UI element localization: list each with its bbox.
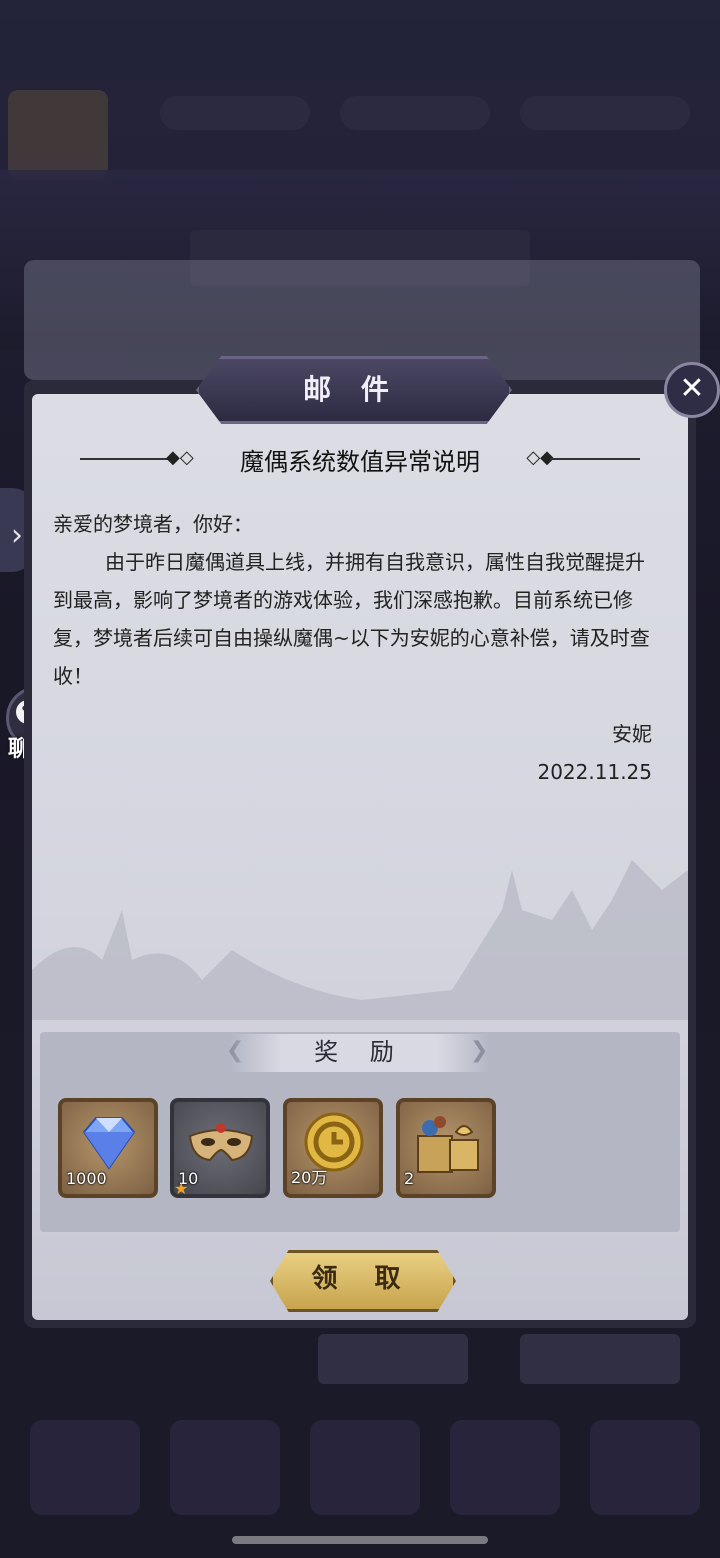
close-button[interactable]: ✕ <box>664 362 720 418</box>
star-icon: ★ <box>174 1179 189 1198</box>
nav-tab <box>30 1420 140 1515</box>
resource-pill <box>520 96 690 130</box>
claim-button[interactable]: 领 取 <box>270 1250 456 1312</box>
reward-item-gift[interactable]: 2 <box>396 1098 496 1198</box>
divider <box>550 458 640 460</box>
reward-item-diamond[interactable]: 1000 <box>58 1098 158 1198</box>
mail-signature: 安妮 <box>612 722 652 746</box>
mail-body: 亲爱的梦境者，你好： 由于昨日魔偶道具上线，并拥有自我意识，属性自我觉醒提升到最… <box>53 505 663 695</box>
player-avatar <box>8 90 108 180</box>
reward-item-mask[interactable]: 10 ★ <box>170 1098 270 1198</box>
reward-item-gold[interactable]: 20万 <box>283 1098 383 1198</box>
chevron-right-icon: › <box>11 518 23 553</box>
nav-tab <box>170 1420 280 1515</box>
mask-icon <box>188 1123 254 1162</box>
close-icon: ✕ <box>679 371 705 406</box>
reward-count: 2 <box>404 1169 415 1188</box>
nav-tab <box>450 1420 560 1515</box>
resource-pill <box>340 96 490 130</box>
mail-greeting: 亲爱的梦境者，你好： <box>53 512 253 536</box>
mail-heading-row: ◆◇ 魔偶系统数值异常说明 ◇◆ <box>80 440 640 480</box>
diamond-icon <box>82 1117 136 1170</box>
nav-tab <box>590 1420 700 1515</box>
bg-button <box>318 1334 468 1384</box>
mail-date: 2022.11.25 <box>537 760 652 784</box>
gift-box-icon <box>417 1116 479 1173</box>
mail-signature-block: 安妮 2022.11.25 <box>537 715 652 791</box>
spooky-silhouette-decor <box>32 860 688 1020</box>
reward-count: 1000 <box>66 1169 107 1188</box>
nav-tab <box>310 1420 420 1515</box>
reward-count: 20万 <box>291 1168 328 1187</box>
resource-pill <box>160 96 310 130</box>
mail-dialog-title: 邮 件 <box>303 373 399 406</box>
home-indicator <box>232 1536 488 1544</box>
reward-title: 奖 励 <box>230 1034 490 1072</box>
mail-paragraph: 由于昨日魔偶道具上线，并拥有自我意识，属性自我觉醒提升到最高，影响了梦境者的游戏… <box>53 550 650 688</box>
bg-button <box>520 1334 680 1384</box>
scroll-ornament-icon: ❯ <box>470 1038 489 1063</box>
